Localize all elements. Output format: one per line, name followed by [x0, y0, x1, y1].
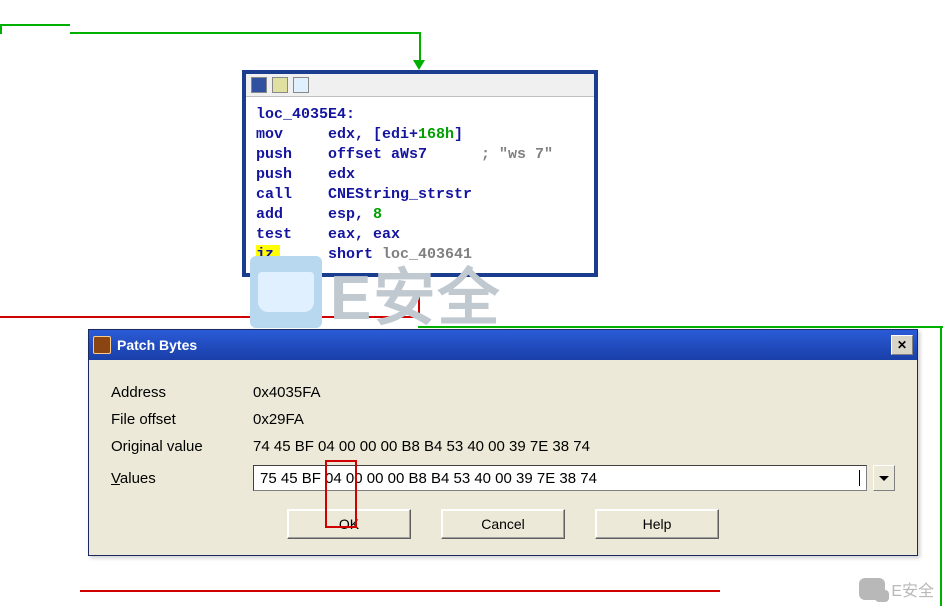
color-picker-icon[interactable]	[251, 77, 267, 93]
ok-button[interactable]: OK	[287, 509, 411, 539]
watermark: E安全	[250, 247, 501, 337]
close-icon: ✕	[897, 338, 907, 352]
graph-edge	[80, 590, 720, 592]
help-button[interactable]: Help	[595, 509, 719, 539]
block-toolbar	[246, 74, 594, 97]
values-text: 75 45 BF 04 00 00 00 B8 B4 53 40 00 39 7…	[260, 470, 597, 487]
dialog-title: Patch Bytes	[117, 337, 891, 353]
fileoffset-value: 0x29FA	[253, 411, 304, 428]
asm-line: pushedx	[256, 165, 584, 185]
app-icon	[93, 336, 111, 354]
disassembly-block[interactable]: loc_4035E4: movedx, [edi+168h] pushoffse…	[242, 70, 598, 277]
address-value: 0x4035FA	[253, 384, 321, 401]
wechat-text: E安全	[891, 577, 934, 601]
text-caret	[859, 470, 860, 486]
wechat-icon	[859, 578, 885, 600]
close-button[interactable]: ✕	[891, 335, 913, 355]
graph-edge	[0, 24, 2, 34]
original-value-label: Original value	[111, 438, 253, 455]
watermark-text: E安全	[330, 247, 501, 337]
wechat-watermark: E安全	[859, 577, 934, 601]
dialog-titlebar[interactable]: Patch Bytes ✕	[89, 330, 917, 360]
code-label: loc_4035E4:	[256, 106, 355, 123]
graph-edge-true	[940, 326, 942, 606]
values-dropdown-button[interactable]	[873, 465, 895, 491]
asm-line: callCNEString_strstr	[256, 185, 584, 205]
edit-icon[interactable]	[272, 77, 288, 93]
cloud-logo-icon	[250, 256, 322, 328]
arrow-down-icon	[413, 60, 425, 70]
asm-line: testeax, eax	[256, 225, 584, 245]
asm-line: pushoffset aWs7 ; "ws 7"	[256, 145, 584, 165]
asm-line: movedx, [edi+168h]	[256, 125, 584, 145]
asm-line: addesp, 8	[256, 205, 584, 225]
original-value: 74 45 BF 04 00 00 00 B8 B4 53 40 00 39 7…	[253, 438, 590, 455]
cancel-button[interactable]: Cancel	[441, 509, 565, 539]
chevron-down-icon	[879, 476, 889, 481]
patch-bytes-dialog: Patch Bytes ✕ Address 0x4035FA File offs…	[88, 329, 918, 556]
fileoffset-label: File offset	[111, 411, 253, 428]
view-icon[interactable]	[293, 77, 309, 93]
values-label: Values	[111, 470, 253, 487]
graph-edge	[0, 24, 70, 26]
values-input[interactable]: 75 45 BF 04 00 00 00 B8 B4 53 40 00 39 7…	[253, 465, 867, 491]
graph-edge	[70, 32, 420, 34]
address-label: Address	[111, 384, 253, 401]
